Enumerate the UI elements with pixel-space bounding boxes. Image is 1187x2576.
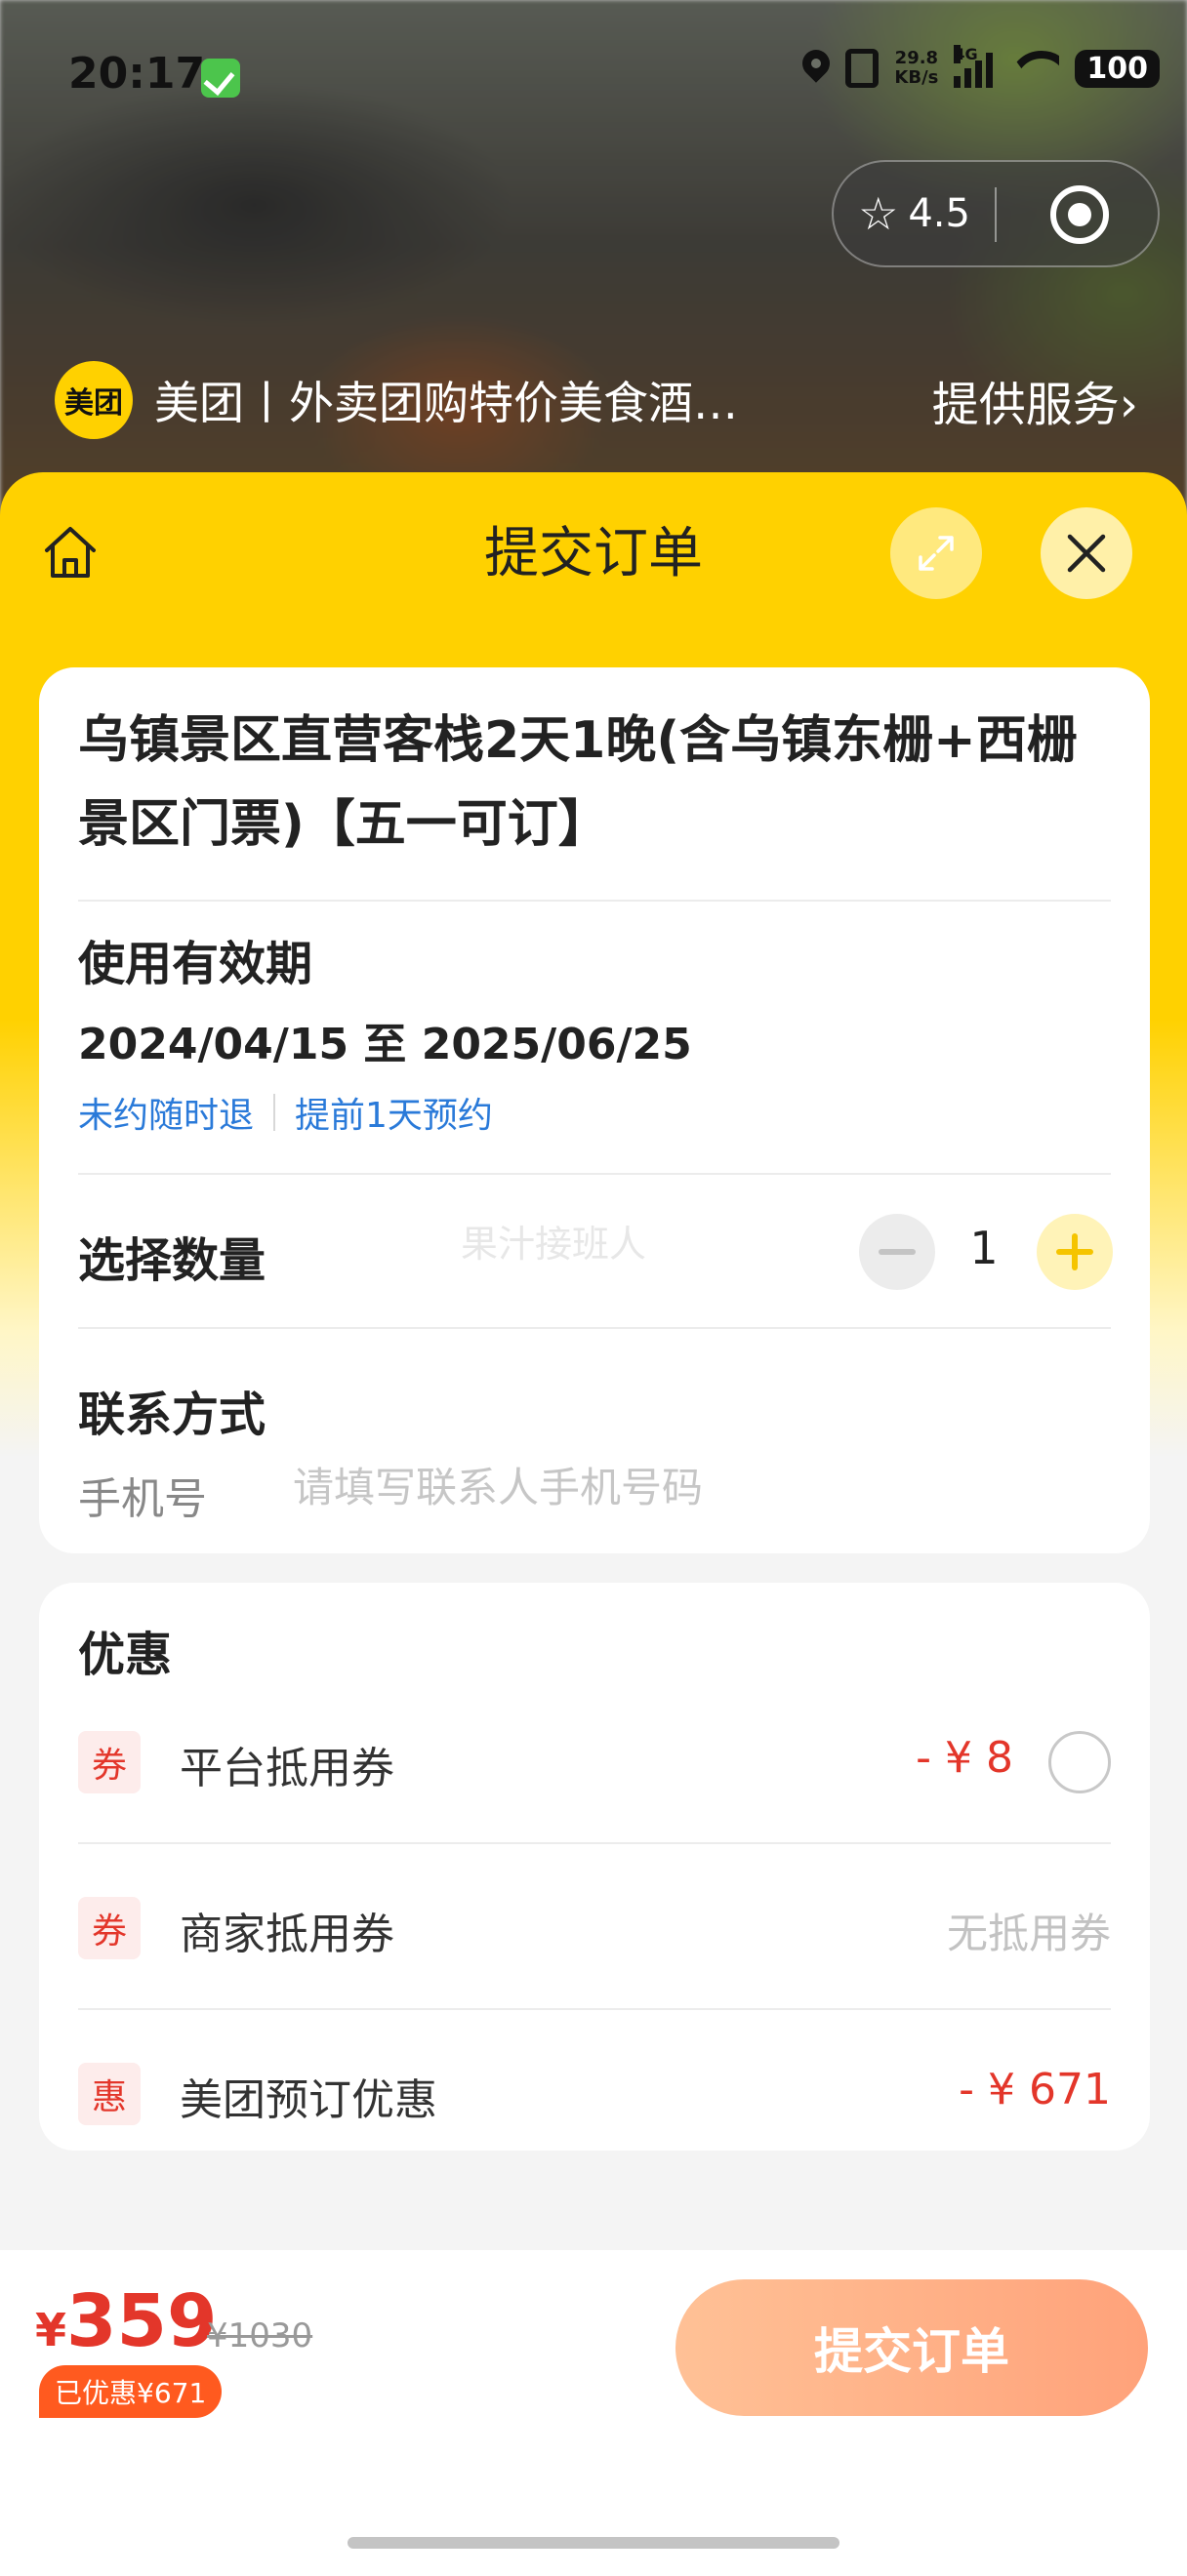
quantity-minus-button[interactable] — [859, 1214, 935, 1290]
refund-tag: 未约随时退 — [78, 1096, 255, 1136]
phone-input[interactable] — [293, 1456, 1093, 1518]
close-miniprogram-icon[interactable] — [1050, 185, 1109, 244]
location-icon — [802, 50, 830, 87]
discount-amount: - ¥ 8 — [916, 1733, 1013, 1783]
merchant-name: 美团丨外卖团购特价美食酒… — [154, 377, 738, 429]
rating-value: 4.5 — [908, 191, 970, 236]
mini-program-capsule: ☆ 4.5 — [832, 160, 1160, 267]
validity-label: 使用有效期 — [78, 937, 313, 991]
home-indicator — [348, 2537, 839, 2549]
saved-badge: 已优惠¥671 — [39, 2365, 223, 2418]
product-title: 乌镇景区直营客栈2天1晚(含乌镇东栅+西栅景区门票)【五一可订】 — [78, 711, 1078, 854]
star-icon: ☆ — [858, 187, 899, 240]
status-bar: 20:17 29.8 KB/s 4G 100 — [0, 0, 1187, 156]
quantity-label: 选择数量 — [78, 1233, 266, 1288]
merchant-logo: 美团 — [55, 361, 133, 439]
page-title: 提交订单 — [484, 522, 703, 585]
cellular-signal-icon: 4G — [954, 45, 994, 88]
status-time: 20:17 — [68, 49, 206, 99]
network-speed-value: 29.8 — [894, 48, 939, 68]
discount-label: 美团预订优惠 — [180, 2075, 437, 2125]
discount-title: 优惠 — [78, 1628, 173, 1682]
meituan-discount-row: 惠 美团预订优惠 - ¥ 671 — [78, 2010, 1111, 2176]
submit-order-button[interactable]: 提交订单 — [675, 2279, 1148, 2416]
validity-dates: 2024/04/15 至 2025/06/25 — [78, 1020, 692, 1069]
phone-label: 手机号 — [78, 1474, 207, 1524]
coupon-radio[interactable] — [1048, 1731, 1111, 1793]
network-speed-unit: KB/s — [894, 67, 939, 88]
close-button[interactable] — [1041, 507, 1132, 599]
status-indicators: 29.8 KB/s 4G 100 — [802, 45, 1160, 88]
close-icon — [1067, 534, 1106, 573]
watermark-text: 果汁接班人 — [461, 1223, 647, 1266]
expand-button[interactable] — [890, 507, 982, 599]
discount-label: 商家抵用券 — [180, 1910, 394, 1959]
wifi-icon — [1008, 49, 1059, 88]
original-price: ¥1030 — [207, 2316, 313, 2355]
checkout-bar: ¥359 ¥1030 已优惠¥671 提交订单 — [0, 2250, 1187, 2576]
discount-card: 优惠 券 平台抵用券 - ¥ 8 券 商家抵用券 无抵用券 惠 美团预订优惠 -… — [39, 1583, 1150, 2151]
tag-separator — [273, 1094, 276, 1131]
order-info-card: 乌镇景区直营客栈2天1晚(含乌镇东栅+西栅景区门票)【五一可订】 使用有效期 2… — [39, 667, 1150, 1553]
discount-badge: 惠 — [78, 2063, 141, 2125]
no-coupon-text: 无抵用券 — [946, 1910, 1111, 1957]
merchant-coupon-row[interactable]: 券 商家抵用券 无抵用券 — [78, 1844, 1111, 2010]
coupon-badge: 券 — [78, 1897, 141, 1959]
merchant-row[interactable]: 美团 美团丨外卖团购特价美食酒… 提供服务› — [55, 361, 1138, 439]
rating-button[interactable]: ☆ 4.5 — [834, 162, 995, 265]
expand-icon — [919, 536, 954, 571]
network-type: 4G — [954, 45, 978, 63]
sheet-header: 提交订单 — [0, 472, 1187, 638]
divider — [78, 1327, 1111, 1329]
app-notification-icon — [201, 59, 240, 98]
network-speed: 29.8 KB/s — [894, 49, 938, 88]
price-value: 359 — [66, 2279, 218, 2363]
currency-symbol: ¥ — [35, 2304, 67, 2356]
divider — [78, 1173, 1111, 1175]
discount-label: 平台抵用券 — [180, 1744, 394, 1793]
provide-service-link[interactable]: 提供服务› — [932, 366, 1138, 434]
discount-amount: - ¥ 671 — [959, 2065, 1111, 2114]
quantity-value: 1 — [969, 1222, 999, 1274]
platform-coupon-row[interactable]: 券 平台抵用券 - ¥ 8 — [78, 1678, 1111, 1844]
contact-label: 联系方式 — [78, 1388, 266, 1442]
final-price: ¥359 — [35, 2279, 217, 2363]
quantity-plus-button[interactable] — [1037, 1214, 1113, 1290]
reservation-tag: 提前1天预约 — [295, 1096, 493, 1136]
battery-indicator: 100 — [1075, 49, 1160, 88]
coupon-badge: 券 — [78, 1731, 141, 1793]
vibrate-icon — [845, 49, 880, 88]
capsule-divider — [995, 187, 997, 242]
divider — [78, 900, 1111, 902]
booking-tags: 未约随时退 提前1天预约 — [78, 1087, 493, 1138]
